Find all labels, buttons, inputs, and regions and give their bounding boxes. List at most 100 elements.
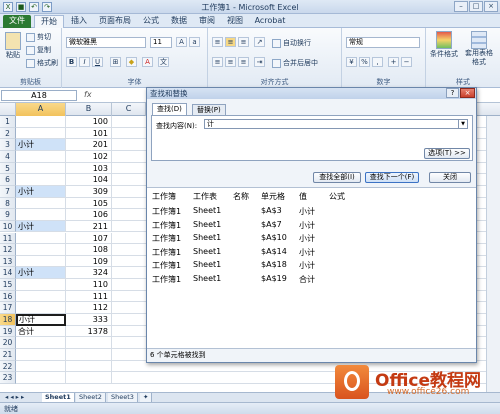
paste-button[interactable]: 粘贴 xyxy=(3,32,23,62)
list-item[interactable]: 工作簿1 Sheet1 $A$18 小计 xyxy=(147,258,476,271)
row-header[interactable]: 19 xyxy=(0,325,16,338)
cell-a[interactable] xyxy=(16,174,66,186)
row-header[interactable]: 11 xyxy=(0,232,16,245)
cell-b[interactable]: 104 xyxy=(66,174,112,186)
tab-page-layout[interactable]: 页面布局 xyxy=(94,15,136,28)
cell-b[interactable]: 211 xyxy=(66,220,112,233)
row-header[interactable]: 4 xyxy=(0,150,16,163)
list-item[interactable]: 工作簿1 Sheet1 $A$14 小计 xyxy=(147,245,476,258)
align-center-icon[interactable]: ≡ xyxy=(225,57,236,67)
sheet-tab-3[interactable]: Sheet3 xyxy=(108,393,138,402)
tab-home[interactable]: 开始 xyxy=(34,15,64,28)
cell-b[interactable]: 106 xyxy=(66,209,112,221)
tab-acrobat[interactable]: Acrobat xyxy=(252,15,288,28)
decrease-decimal-icon[interactable]: − xyxy=(401,57,412,67)
sheet-tab-2[interactable]: Sheet2 xyxy=(76,393,106,402)
cell-b[interactable]: 112 xyxy=(66,302,112,315)
cell-b[interactable]: 324 xyxy=(66,267,112,280)
cell-a[interactable] xyxy=(16,127,66,140)
cell-a[interactable] xyxy=(16,279,66,291)
row-header[interactable]: 13 xyxy=(0,255,16,268)
conditional-format-button[interactable]: 条件格式 xyxy=(429,31,459,59)
fill-color-icon[interactable]: ◆ xyxy=(126,57,137,67)
cell-b[interactable]: 333 xyxy=(66,314,112,326)
copy-button[interactable]: 复制 xyxy=(26,45,51,55)
row-header[interactable]: 18 xyxy=(0,314,16,326)
cell-b[interactable]: 108 xyxy=(66,244,112,256)
options-button[interactable]: 选项(T) >> xyxy=(424,148,470,159)
row-header[interactable]: 20 xyxy=(0,337,16,349)
cell-b[interactable]: 201 xyxy=(66,139,112,151)
tab-view[interactable]: 视图 xyxy=(224,15,246,28)
underline-button[interactable]: U xyxy=(92,57,103,67)
cell-a[interactable] xyxy=(16,302,66,315)
cell-a[interactable] xyxy=(16,372,66,384)
orientation-icon[interactable]: ↗ xyxy=(254,37,265,47)
merge-center-button[interactable]: 合并后居中 xyxy=(272,58,318,68)
cell-b[interactable]: 107 xyxy=(66,232,112,245)
wrap-text-button[interactable]: 自动换行 xyxy=(272,38,311,48)
tab-formulas[interactable]: 公式 xyxy=(140,15,162,28)
cell-b[interactable] xyxy=(66,337,112,349)
tab-replace[interactable]: 替换(P) xyxy=(192,104,226,115)
currency-icon[interactable]: ¥ xyxy=(346,57,357,67)
border-icon[interactable]: ⊞ xyxy=(110,57,121,67)
align-middle-icon[interactable]: ≡ xyxy=(225,37,236,47)
grow-font-icon[interactable]: A xyxy=(176,37,187,47)
align-left-icon[interactable]: ≡ xyxy=(212,57,223,67)
cell-b[interactable] xyxy=(66,360,112,373)
align-right-icon[interactable]: ≡ xyxy=(238,57,249,67)
phonetic-icon[interactable]: 文 xyxy=(158,57,169,67)
cell-a[interactable] xyxy=(16,232,66,245)
cell-a[interactable] xyxy=(16,209,66,221)
cell-a[interactable] xyxy=(16,290,66,303)
cell-a[interactable]: 小计 xyxy=(16,139,66,151)
row-header[interactable]: 10 xyxy=(0,220,16,233)
cell-a[interactable] xyxy=(16,197,66,210)
find-next-button[interactable]: 查找下一个(F) xyxy=(365,172,419,183)
row-header[interactable]: 16 xyxy=(0,290,16,303)
row-header[interactable]: 5 xyxy=(0,162,16,175)
column-header-c[interactable]: C xyxy=(112,103,146,116)
cell-a[interactable] xyxy=(16,244,66,256)
dialog-close-button[interactable]: × xyxy=(460,88,475,98)
cut-button[interactable]: 剪切 xyxy=(26,32,51,42)
cell-a[interactable] xyxy=(16,162,66,175)
row-header[interactable]: 12 xyxy=(0,244,16,256)
row-header[interactable]: 1 xyxy=(0,116,16,128)
cell-b[interactable] xyxy=(66,349,112,361)
cell-a[interactable] xyxy=(16,349,66,361)
sheet-nav-icon[interactable]: ◂ ◂ ▸ ▸ xyxy=(2,393,42,402)
row-header[interactable]: 14 xyxy=(0,267,16,280)
cell-a[interactable] xyxy=(16,150,66,163)
row-header[interactable]: 21 xyxy=(0,349,16,361)
list-item[interactable]: 工作簿1 Sheet1 $A$3 小计 xyxy=(147,204,476,217)
cell-b[interactable]: 111 xyxy=(66,290,112,303)
cell-a[interactable] xyxy=(16,116,66,128)
row-header[interactable]: 7 xyxy=(0,185,16,198)
percent-icon[interactable]: % xyxy=(359,57,370,67)
dropdown-arrow-icon[interactable]: ▼ xyxy=(458,120,467,128)
cell-b[interactable]: 102 xyxy=(66,150,112,163)
format-as-table-button[interactable]: 套用表格格式 xyxy=(462,31,496,67)
tab-data[interactable]: 数据 xyxy=(168,15,190,28)
row-header[interactable]: 15 xyxy=(0,279,16,291)
sheet-tab-1[interactable]: Sheet1 xyxy=(42,393,75,402)
maximize-icon[interactable]: □ xyxy=(469,1,483,12)
cell-a[interactable]: 小计 xyxy=(16,185,66,198)
cell-b[interactable]: 109 xyxy=(66,255,112,268)
row-header[interactable]: 2 xyxy=(0,127,16,140)
list-item[interactable]: 工作簿1 Sheet1 $A$7 小计 xyxy=(147,218,476,231)
align-bottom-icon[interactable]: ≡ xyxy=(238,37,249,47)
italic-button[interactable]: I xyxy=(79,57,90,67)
fx-icon[interactable]: fx xyxy=(84,90,92,99)
tab-file[interactable]: 文件 xyxy=(3,15,31,28)
insert-sheet-icon[interactable]: ✦ xyxy=(140,393,153,402)
row-header[interactable]: 22 xyxy=(0,360,16,373)
find-what-input[interactable]: 计 ▼ xyxy=(204,119,468,129)
align-top-icon[interactable]: ≡ xyxy=(212,37,223,47)
close-icon[interactable]: × xyxy=(484,1,498,12)
vertical-scrollbar[interactable] xyxy=(486,116,500,392)
row-header[interactable]: 23 xyxy=(0,372,16,384)
cell-a[interactable]: 小计 xyxy=(16,267,66,280)
